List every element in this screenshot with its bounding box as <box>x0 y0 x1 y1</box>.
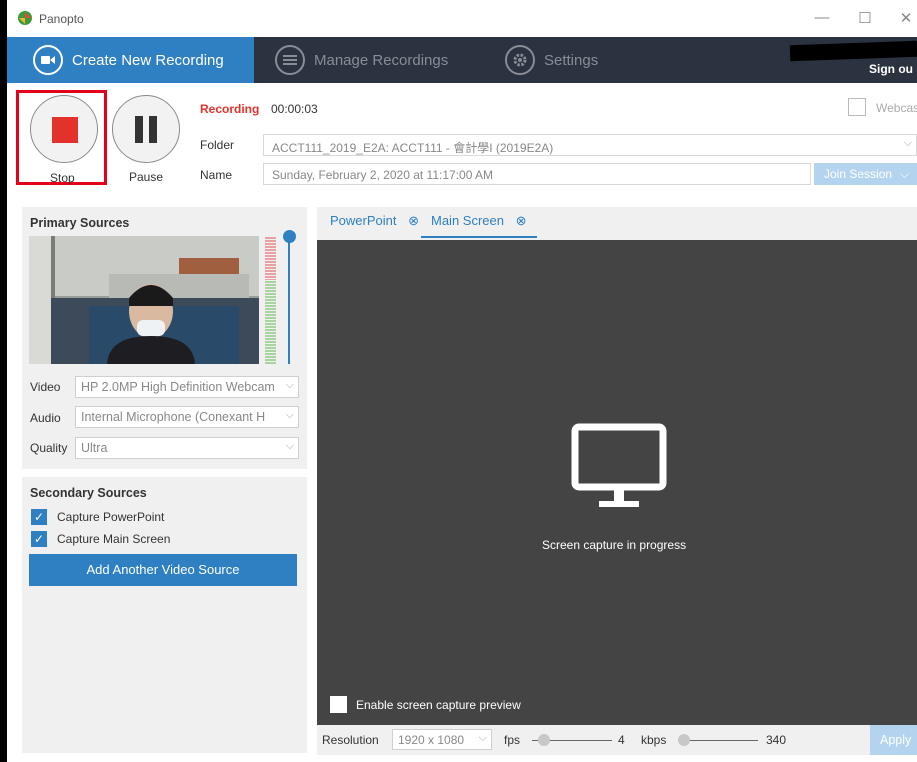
close-tab-icon[interactable]: ⊗ <box>408 213 419 228</box>
window-edge <box>0 0 7 762</box>
webcast-label: Webcas <box>876 101 917 115</box>
apply-button[interactable]: Apply <box>870 725 917 755</box>
audio-label: Audio <box>30 411 61 425</box>
tab-label: Settings <box>544 51 599 69</box>
video-label: Video <box>30 380 61 394</box>
stop-label: Stop <box>50 171 75 185</box>
join-session-button[interactable]: Join Session ⌵ <box>814 163 917 185</box>
webcam-preview <box>29 236 259 364</box>
pause-button[interactable] <box>112 95 180 163</box>
add-video-source-button[interactable]: Add Another Video Source <box>29 554 297 586</box>
close-tab-icon[interactable]: ⊗ <box>516 213 527 228</box>
tab-label: Create New Recording <box>72 51 224 69</box>
chevron-down-icon: ⌵ <box>478 732 487 744</box>
checkbox-capture-powerpoint[interactable]: ✓ <box>31 509 47 525</box>
quality-label: Quality <box>30 441 68 455</box>
resolution-label: Resolution <box>322 733 379 747</box>
chevron-down-icon: ⌵ <box>903 137 912 149</box>
chevron-down-icon: ⌵ <box>900 167 910 181</box>
gear-icon <box>505 45 535 75</box>
kbps-slider-track <box>678 740 758 741</box>
audio-select[interactable]: Internal Microphone (Conexant H ⌵ <box>75 406 299 428</box>
tab-powerpoint[interactable]: PowerPoint ⊗ <box>330 213 419 239</box>
webcast-checkbox[interactable] <box>848 98 866 116</box>
enable-preview-label: Enable screen capture preview <box>356 698 521 712</box>
volume-slider-track <box>288 236 290 364</box>
fps-value: 4 <box>618 733 625 747</box>
tab-main-screen[interactable]: Main Screen ⊗ <box>421 213 537 238</box>
panopto-logo-icon <box>18 11 32 25</box>
primary-sources-title: Primary Sources <box>30 216 130 230</box>
enable-preview-checkbox[interactable] <box>330 696 347 713</box>
main-nav: Create New Recording Manage Recordings S… <box>7 37 917 83</box>
folder-select[interactable]: ACCT111_2019_E2A: ACCT111 - 會計學I (2019E2… <box>263 134 917 156</box>
title-bar: Panopto — ☐ ✕ <box>7 0 917 37</box>
fps-label: fps <box>504 733 521 747</box>
chevron-down-icon: ⌵ <box>285 440 294 452</box>
chevron-down-icon: ⌵ <box>285 409 294 422</box>
tab-settings[interactable]: Settings <box>505 37 598 83</box>
secondary-sources-title: Secondary Sources <box>30 486 147 500</box>
volume-slider-handle[interactable] <box>283 230 296 243</box>
sign-out-link[interactable]: Sign ou <box>869 62 913 76</box>
quality-select[interactable]: Ultra ⌵ <box>75 437 299 459</box>
pause-label: Pause <box>129 170 164 184</box>
video-camera-icon <box>33 45 63 75</box>
stop-button[interactable] <box>30 95 98 163</box>
fps-slider-handle[interactable] <box>538 734 550 746</box>
resolution-select[interactable]: 1920 x 1080 ⌵ <box>392 729 492 750</box>
panopto-window: Panopto — ☐ ✕ Create New Recording Manag… <box>0 0 917 762</box>
capture-main-screen-label: Capture Main Screen <box>57 532 171 546</box>
tab-label: Manage Recordings <box>314 51 449 69</box>
pause-icon <box>135 116 143 143</box>
screen-capture-status: Screen capture in progress <box>542 538 687 552</box>
name-label: Name <box>200 168 233 182</box>
monitor-icon <box>571 423 667 507</box>
checkbox-capture-main-screen[interactable]: ✓ <box>31 531 47 547</box>
video-select[interactable]: HP 2.0MP High Definition Webcam ⌵ <box>75 376 299 398</box>
recording-status: Recording <box>200 102 260 116</box>
tab-create-new-recording[interactable]: Create New Recording <box>7 37 254 83</box>
window-title: Panopto <box>39 12 84 26</box>
recording-name-input[interactable]: Sunday, February 2, 2020 at 11:17:00 AM <box>263 163 811 185</box>
kbps-slider-handle[interactable] <box>678 734 690 746</box>
kbps-label: kbps <box>641 733 667 747</box>
capture-powerpoint-label: Capture PowerPoint <box>57 510 165 524</box>
maximize-button[interactable]: ☐ <box>850 9 880 27</box>
close-button[interactable]: ✕ <box>891 9 917 27</box>
folder-label: Folder <box>200 138 235 152</box>
kbps-value: 340 <box>766 733 787 747</box>
chevron-down-icon: ⌵ <box>285 379 294 392</box>
minimize-button[interactable]: — <box>807 9 837 26</box>
recording-timer: 00:00:03 <box>271 102 318 116</box>
list-icon <box>275 45 305 75</box>
stop-icon <box>52 117 78 143</box>
tab-manage-recordings[interactable]: Manage Recordings <box>275 37 448 83</box>
